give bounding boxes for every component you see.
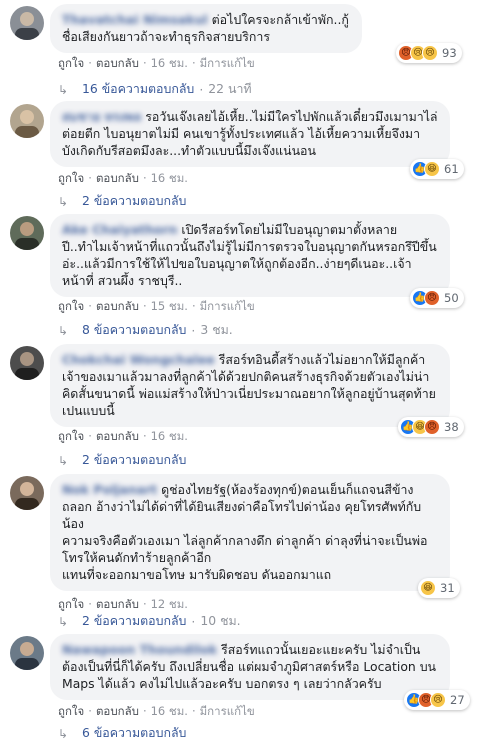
view-replies-link[interactable]: ↳ 2 ข้อความตอบกลับ [58, 451, 186, 470]
reaction-count: 93 [442, 46, 457, 60]
comment-actions: ถูกใจ · ตอบกลับ · 15 ชม. · มีการแก้ไข [58, 299, 255, 313]
comment-actions: ถูกใจ · ตอบกลับ · 16 ชม. · มีการแก้ไข [58, 704, 255, 718]
comment-bubble: Nok Poljanart ดูช่องไทยรัฐ(ห้องร้องทุกข์… [50, 474, 450, 591]
replies-time: 22 นาที [208, 81, 252, 96]
edited-label[interactable]: มีการแก้ไข [200, 704, 255, 718]
like-button[interactable]: ถูกใจ [58, 597, 84, 611]
edited-label[interactable]: มีการแก้ไข [200, 299, 255, 313]
avatar[interactable] [10, 6, 44, 40]
reaction-summary[interactable]: 👍 😠 😢 27 [404, 690, 470, 710]
sad-reaction-icon: 😢 [430, 692, 446, 708]
reply-button[interactable]: ตอบกลับ [96, 597, 139, 611]
reaction-count: 27 [450, 693, 465, 707]
replies-count[interactable]: 16 ข้อความตอบกลับ [82, 80, 194, 99]
comment-author[interactable]: Ake Chaiyathorn [62, 222, 177, 237]
reaction-summary[interactable]: 👍 😆 😠 38 [398, 417, 464, 437]
haha-reaction-icon: 😆 [420, 580, 436, 596]
reaction-count: 61 [444, 162, 459, 176]
replies-count[interactable]: 6 ข้อความตอบกลับ [82, 724, 186, 742]
avatar[interactable] [10, 476, 44, 510]
avatar[interactable] [10, 636, 44, 670]
reply-button[interactable]: ตอบกลับ [96, 299, 139, 313]
comment-bubble: Nawapoon Thoundilok รีสอร์ทแถวนั้นเยอะแย… [50, 634, 450, 700]
comment-actions: ถูกใจ · ตอบกลับ · 16 ชม. · มีการแก้ไข [58, 56, 255, 70]
reaction-summary[interactable]: 😠 😢 😢 93 [396, 43, 462, 63]
reply-arrow-icon: ↳ [58, 82, 69, 97]
comment-bubble: Ake Chaiyathorn เปิดรีสอร์ทโดยไม่มีใบอนุ… [50, 214, 450, 297]
sad-reaction-icon: 😢 [422, 45, 438, 61]
reply-button[interactable]: ตอบกลับ [96, 704, 139, 718]
comment-time[interactable]: 15 ชม. [151, 299, 188, 313]
replies-count[interactable]: 2 ข้อความตอบกลับ [82, 612, 186, 631]
comment-bubble: Thavatchai Nimsakul ต่อไปใครจะกล้าเข้าพั… [50, 4, 362, 53]
comment-time[interactable]: 16 ชม. [151, 56, 188, 70]
edited-label[interactable]: มีการแก้ไข [200, 56, 255, 70]
view-replies-link[interactable]: ↳ 6 ข้อความตอบกลับ [58, 724, 186, 742]
comment-author[interactable]: Thavatchai Nimsakul [62, 12, 208, 27]
comment-author[interactable]: Chokchai Wongchalee [62, 352, 215, 367]
reply-arrow-icon: ↳ [58, 194, 69, 209]
reply-button[interactable]: ตอบกลับ [96, 429, 139, 443]
comment-text: ดูช่องไทยรัฐ(ห้องร้องทุกข์)ตอนเย็นก็แถจน… [62, 482, 428, 582]
comment-time[interactable]: 16 ชม. [151, 171, 188, 185]
angry-reaction-icon: 😠 [424, 290, 440, 306]
comment-author[interactable]: Nok Poljanart [62, 482, 157, 497]
view-replies-link[interactable]: ↳ 2 ข้อความตอบกลับ [58, 192, 186, 211]
avatar[interactable] [10, 104, 44, 138]
like-button[interactable]: ถูกใจ [58, 299, 84, 313]
replies-count[interactable]: 2 ข้อความตอบกลับ [82, 451, 186, 470]
like-button[interactable]: ถูกใจ [58, 171, 84, 185]
replies-time: 3 ชม. [200, 322, 233, 337]
like-button[interactable]: ถูกใจ [58, 704, 84, 718]
reply-button[interactable]: ตอบกลับ [96, 171, 139, 185]
comment-actions: ถูกใจ · ตอบกลับ · 16 ชม. [58, 429, 188, 443]
reaction-count: 31 [440, 581, 455, 595]
reply-arrow-icon: ↳ [58, 614, 69, 629]
replies-count[interactable]: 8 ข้อความตอบกลับ [82, 321, 186, 340]
comment-bubble: สมชาย ทรงพล รอวันเจ๊งเลยไอ้เหี้ย..ไม่มีใ… [50, 101, 450, 167]
comment-author[interactable]: Nawapoon Thoundilok [62, 642, 217, 657]
reply-button[interactable]: ตอบกลับ [96, 56, 139, 70]
reply-arrow-icon: ↳ [58, 453, 69, 468]
avatar[interactable] [10, 216, 44, 250]
haha-reaction-icon: 😆 [424, 161, 440, 177]
reaction-count: 38 [444, 420, 459, 434]
view-replies-link[interactable]: ↳ 8 ข้อความตอบกลับ · 3 ชม. [58, 321, 233, 340]
replies-count[interactable]: 2 ข้อความตอบกลับ [82, 192, 186, 211]
like-button[interactable]: ถูกใจ [58, 56, 84, 70]
reply-arrow-icon: ↳ [58, 323, 69, 338]
view-replies-link[interactable]: ↳ 2 ข้อความตอบกลับ · 10 ชม. [58, 612, 241, 631]
comment-time[interactable]: 12 ชม. [151, 597, 188, 611]
view-replies-link[interactable]: ↳ 16 ข้อความตอบกลับ · 22 นาที [58, 80, 252, 99]
reaction-summary[interactable]: 👍 😠 50 [410, 288, 464, 308]
avatar[interactable] [10, 346, 44, 380]
reaction-count: 50 [444, 291, 459, 305]
comment-author[interactable]: สมชาย ทรงพล [62, 109, 141, 124]
reaction-summary[interactable]: 😆 31 [418, 578, 460, 598]
replies-time: 10 ชม. [200, 613, 241, 628]
comment-actions: ถูกใจ · ตอบกลับ · 16 ชม. [58, 171, 188, 185]
angry-reaction-icon: 😠 [424, 419, 440, 435]
comment-time[interactable]: 16 ชม. [151, 429, 188, 443]
like-button[interactable]: ถูกใจ [58, 429, 84, 443]
comment-bubble: Chokchai Wongchalee รีสอร์ทอินดี้สร้างแล… [50, 344, 450, 427]
reply-arrow-icon: ↳ [58, 726, 69, 741]
comment-time[interactable]: 16 ชม. [151, 704, 188, 718]
reaction-summary[interactable]: 👍 😆 61 [410, 159, 464, 179]
